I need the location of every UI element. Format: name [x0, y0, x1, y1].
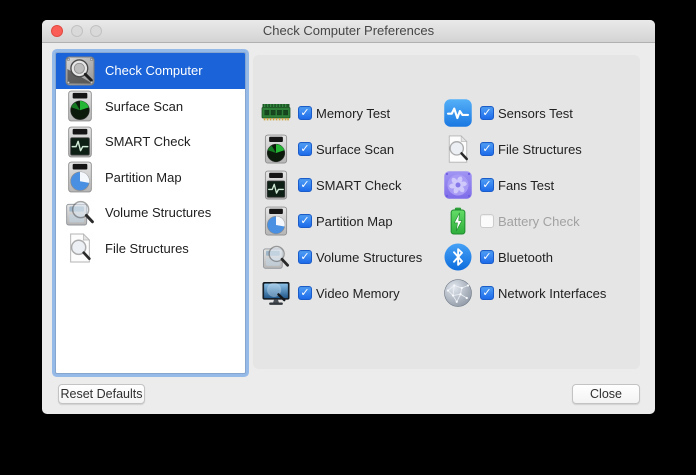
smart-check-checkbox[interactable] [298, 178, 312, 192]
battery-check-icon [443, 206, 473, 236]
video-memory-icon [261, 278, 291, 308]
surface-scan-icon [261, 134, 291, 164]
battery-check-checkbox [480, 214, 494, 228]
checkbox-label[interactable]: Fans Test [498, 178, 554, 193]
file-structures-checkbox[interactable] [480, 142, 494, 156]
checkbox-label[interactable]: Network Interfaces [498, 286, 606, 301]
bluetooth-icon [443, 242, 473, 272]
sidebar-item-label: Volume Structures [105, 205, 212, 221]
reset-defaults-button[interactable]: Reset Defaults [58, 384, 145, 404]
memory-test-checkbox[interactable] [298, 106, 312, 120]
checkbox-row-bluetooth: Bluetooth [443, 242, 606, 272]
checkbox-row-surface-scan: Surface Scan [261, 134, 422, 164]
surface-scan-icon [64, 90, 96, 122]
sidebar-item-smart-check[interactable]: SMART Check [56, 124, 245, 160]
network-interfaces-checkbox[interactable] [480, 286, 494, 300]
surface-scan-checkbox[interactable] [298, 142, 312, 156]
memory-test-icon [261, 98, 291, 128]
checkbox-row-partition-map: Partition Map [261, 206, 422, 236]
sidebar-item-file-structures[interactable]: File Structures [56, 231, 245, 267]
test-options-panel: Memory Test Surface Scan SMART Check Par… [253, 55, 640, 369]
sidebar-item-check-computer[interactable]: Check Computer [56, 53, 245, 89]
bluetooth-checkbox[interactable] [480, 250, 494, 264]
checkbox-label[interactable]: SMART Check [316, 178, 402, 193]
checkbox-label[interactable]: Volume Structures [316, 250, 422, 265]
smart-check-icon [64, 126, 96, 158]
checkbox-row-battery-check: Battery Check [443, 206, 606, 236]
sidebar-item-label: Surface Scan [105, 98, 184, 114]
checkbox-row-file-structures: File Structures [443, 134, 606, 164]
checkbox-label[interactable]: Sensors Test [498, 106, 573, 121]
checkbox-label[interactable]: Video Memory [316, 286, 400, 301]
left-checkbox-column: Memory Test Surface Scan SMART Check Par… [261, 98, 422, 314]
sidebar-item-label: Check Computer [105, 63, 203, 79]
volume-structures-icon [64, 197, 96, 229]
category-sidebar: Check Computer Surface Scan SMART Check … [55, 52, 246, 374]
checkbox-row-network-interfaces: Network Interfaces [443, 278, 606, 308]
sidebar-item-volume-structures[interactable]: Volume Structures [56, 195, 245, 231]
sidebar-item-label: Partition Map [105, 169, 182, 185]
sidebar-item-label: SMART Check [105, 134, 191, 150]
network-interfaces-icon [443, 278, 473, 308]
fans-test-icon [443, 170, 473, 200]
checkbox-row-fans-test: Fans Test [443, 170, 606, 200]
file-structures-icon [64, 232, 96, 264]
sensors-test-checkbox[interactable] [480, 106, 494, 120]
window-title: Check Computer Preferences [262, 23, 435, 38]
volume-structures-checkbox[interactable] [298, 250, 312, 264]
sidebar-item-partition-map[interactable]: Partition Map [56, 160, 245, 196]
checkbox-label[interactable]: Bluetooth [498, 250, 553, 265]
partition-map-checkbox[interactable] [298, 214, 312, 228]
partition-map-icon [261, 206, 291, 236]
checkbox-row-memory-test: Memory Test [261, 98, 422, 128]
video-memory-checkbox[interactable] [298, 286, 312, 300]
checkbox-label[interactable]: Surface Scan [316, 142, 394, 157]
sidebar-item-label: File Structures [105, 240, 189, 256]
checkbox-row-video-memory: Video Memory [261, 278, 422, 308]
preferences-window: Check Computer Preferences Check Compute… [42, 20, 655, 414]
checkbox-label[interactable]: File Structures [498, 142, 582, 157]
check-computer-icon [64, 55, 96, 87]
title-bar[interactable]: Check Computer Preferences [42, 20, 655, 43]
sensors-test-icon [443, 98, 473, 128]
close-button[interactable]: Close [572, 384, 640, 404]
checkbox-label[interactable]: Partition Map [316, 214, 393, 229]
partition-map-icon [64, 161, 96, 193]
checkbox-row-sensors-test: Sensors Test [443, 98, 606, 128]
desktop-background: { "window_title": "Check Computer Prefer… [0, 0, 696, 475]
checkbox-label[interactable]: Memory Test [316, 106, 390, 121]
right-checkbox-column: Sensors Test File Structures Fans Test B… [443, 98, 606, 314]
volume-structures-icon [261, 242, 291, 272]
checkbox-label: Battery Check [498, 213, 580, 229]
checkbox-row-volume-structures: Volume Structures [261, 242, 422, 272]
sidebar-item-surface-scan[interactable]: Surface Scan [56, 89, 245, 125]
checkbox-row-smart-check: SMART Check [261, 170, 422, 200]
smart-check-icon [261, 170, 291, 200]
fans-test-checkbox[interactable] [480, 178, 494, 192]
file-structures-icon [443, 134, 473, 164]
